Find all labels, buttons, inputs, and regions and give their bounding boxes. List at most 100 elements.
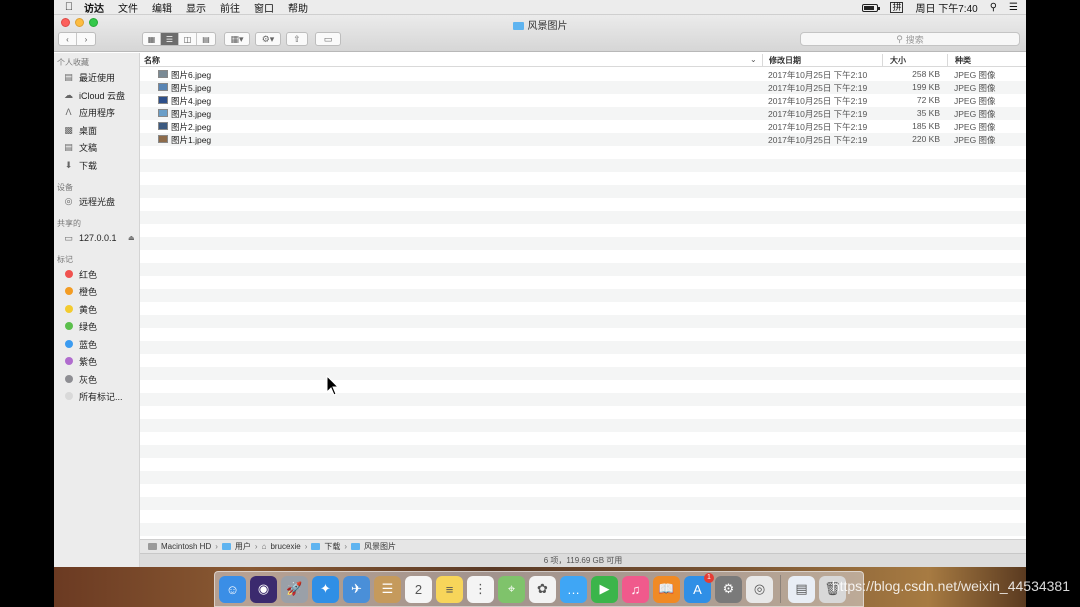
menu-edit[interactable]: 编辑 [152,0,172,15]
file-name: 图片1.jpeg [171,135,212,145]
home-icon: ⌂ [261,542,267,551]
photos-icon[interactable]: ✿ [529,575,556,603]
app-glyph: ☺ [225,581,240,597]
table-row[interactable]: 图片3.jpeg 2017年10月25日 下午2:19 35 KB JPEG 图像 [140,107,1026,120]
history-buttons: ‹ › [58,32,96,46]
notification-center-icon[interactable]: ☰ [1009,2,1018,13]
file-kind: JPEG 图像 [954,135,996,145]
itunes-icon[interactable]: ♫ [622,575,649,603]
path-segment[interactable]: Macintosh HD [161,542,211,551]
sidebar-item-applications[interactable]: Λ 应用程序 [63,105,115,119]
sidebar-item-downloads[interactable]: ⬇ 下载 [63,158,97,172]
table-row[interactable]: 图片2.jpeg 2017年10月25日 下午2:19 185 KB JPEG 图像 [140,120,1026,133]
share-button[interactable]: ⇧ [286,32,308,46]
column-name-header[interactable]: 名称 [144,55,160,66]
folder-icon [221,543,231,550]
input-method-icon[interactable]: 拼 [890,2,904,13]
path-segment[interactable]: brucexie [270,542,300,551]
hard-drive-icon [148,543,157,550]
path-segment[interactable]: 风景图片 [364,541,396,552]
sidebar-item-shared-host[interactable]: ▭ 127.0.0.1 [63,231,116,245]
clock[interactable]: 周日 下午7:40 [915,0,977,15]
maps-icon[interactable]: ⌖ [498,575,525,603]
group-by-button[interactable]: ▦▾ [224,32,250,46]
menu-view[interactable]: 显示 [186,0,206,15]
action-button[interactable]: ⚙▾ [255,32,281,46]
battery-icon[interactable] [862,3,881,12]
sidebar-item-icloud[interactable]: ☁ iCloud 云盘 [63,88,125,102]
sidebar-tag-red[interactable]: 红色 [63,267,97,281]
tag-dot-icon [65,322,73,330]
folder-icon [351,543,361,550]
forward-button[interactable]: › [77,33,95,45]
sidebar-tag-gray[interactable]: 灰色 [63,372,97,386]
safari-icon[interactable]: ✦ [312,575,339,603]
chrome-icon[interactable]: ◎ [746,575,773,603]
finder-icon[interactable]: ☺ [219,575,246,603]
cloud-icon: ☁ [64,89,73,100]
sidebar-item-remote-disc[interactable]: ◎ 远程光盘 [63,194,115,208]
path-segment[interactable]: 下载 [324,541,340,552]
icon-view-button[interactable]: ▦ [143,33,161,45]
table-row[interactable]: 图片1.jpeg 2017年10月25日 下午2:19 220 KB JPEG 图像 [140,133,1026,146]
facetime-icon[interactable]: ▶ [591,575,618,603]
sort-chevron-icon[interactable]: ⌄ [750,55,757,64]
image-thumbnail-icon [158,109,168,117]
sidebar-tag-blue[interactable]: 蓝色 [63,337,97,351]
sidebar-item-label: 最近使用 [79,72,116,83]
sidebar-tag-yellow[interactable]: 黄色 [63,302,97,316]
table-row[interactable]: 图片6.jpeg 2017年10月25日 下午2:10 258 KB JPEG 图像 [140,68,1026,81]
eject-icon[interactable]: ⏏ [128,234,135,242]
column-size-header[interactable]: 大小 [890,55,906,66]
image-thumbnail-icon [158,135,168,143]
launchpad-icon[interactable]: 🚀 [281,575,308,603]
tags-button[interactable]: ▭ [315,32,341,46]
sidebar-tag-orange[interactable]: 橙色 [63,284,97,298]
search-field[interactable]: ⚲ 搜索 [800,32,1020,46]
sidebar-item-documents[interactable]: ▤ 文稿 [63,140,97,154]
contacts-icon[interactable]: ☰ [374,575,401,603]
menu-go[interactable]: 前往 [220,0,240,15]
sidebar-item-desktop[interactable]: ▩ 桌面 [63,123,97,137]
reminders-icon[interactable]: ⋮ [467,575,494,603]
calendar-icon[interactable]: 2 [405,575,432,603]
gallery-view-button[interactable]: ▤ [197,33,215,45]
app-glyph: ♫ [630,581,641,597]
tag-dot-icon [65,305,73,313]
downloads-stack-icon[interactable]: ▤ [788,575,815,603]
menu-help[interactable]: 帮助 [288,0,308,15]
apple-menu-icon[interactable]:  [54,1,84,13]
messages-icon[interactable]: … [560,575,587,603]
sidebar-tag-purple[interactable]: 紫色 [63,354,97,368]
spotlight-icon[interactable]: ⚲ [990,2,997,13]
siri-icon[interactable]: ◉ [250,575,277,603]
sidebar-item-label: 蓝色 [79,339,98,350]
file-size: 199 KB [912,82,940,92]
column-kind-header[interactable]: 种类 [955,55,971,66]
screen:  访达 文件 编辑 显示 前往 窗口 帮助 拼 周日 下午7:40 ⚲ ☰ 风… [54,0,1026,607]
menu-file[interactable]: 文件 [118,0,138,15]
ibooks-icon[interactable]: 📖 [653,575,680,603]
window-title-text: 风景图片 [527,21,568,32]
app-store-icon[interactable]: A1 [684,572,714,603]
image-thumbnail-icon [158,122,168,130]
system-preferences-icon[interactable]: ⚙ [715,575,742,603]
app-glyph: ▤ [795,581,808,596]
file-date: 2017年10月25日 下午2:19 [768,135,868,145]
sidebar-all-tags[interactable]: 所有标记... [63,389,123,403]
back-button[interactable]: ‹ [59,33,77,45]
mail-icon[interactable]: ✈ [343,575,370,603]
column-view-button[interactable]: ◫ [179,33,197,45]
column-date-header[interactable]: 修改日期 [769,55,801,66]
tag-dot-icon [65,357,73,365]
table-row[interactable]: 图片5.jpeg 2017年10月25日 下午2:19 199 KB JPEG 图像 [140,81,1026,94]
sidebar-tag-green[interactable]: 绿色 [63,319,97,333]
view-mode-control: ▦ ☰ ◫ ▤ [142,32,216,46]
menu-finder[interactable]: 访达 [84,0,104,15]
sidebar-item-recents[interactable]: ▤ 最近使用 [63,70,115,84]
table-row[interactable]: 图片4.jpeg 2017年10月25日 下午2:19 72 KB JPEG 图像 [140,94,1026,107]
path-segment[interactable]: 用户 [235,541,251,552]
menu-window[interactable]: 窗口 [254,0,274,15]
list-view-button[interactable]: ☰ [161,33,179,45]
notes-icon[interactable]: ≡ [436,575,463,603]
